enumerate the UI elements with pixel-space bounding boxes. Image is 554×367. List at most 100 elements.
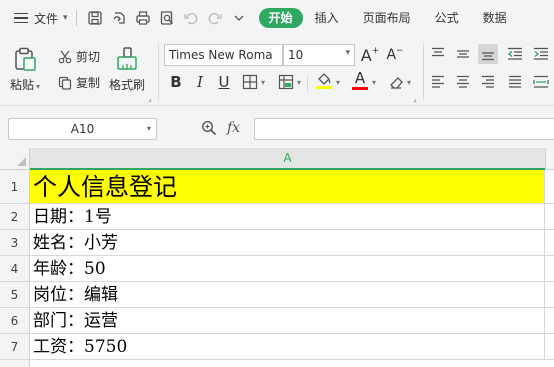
ribbon-home: 粘贴 ▾ 剪切 复制 格式刷 ⌟ Times New Roma 10 ▾ A + A… xyxy=(0,36,554,106)
redo-icon[interactable] xyxy=(203,6,227,30)
formula-bar: A10 ▾ fx xyxy=(0,106,554,148)
cell-b1[interactable] xyxy=(545,170,554,204)
cell-a2[interactable]: 日期：1号 xyxy=(30,204,545,230)
font-size-value: 10 xyxy=(288,48,304,62)
export-pdf-icon[interactable] xyxy=(107,6,131,30)
copy-icon xyxy=(58,76,72,90)
cut-label: 剪切 xyxy=(76,50,101,64)
chevron-down-icon: ▾ xyxy=(36,82,41,91)
cell-style-icon[interactable] xyxy=(276,72,296,92)
divider xyxy=(307,76,308,92)
divider xyxy=(423,44,424,100)
font-name-value: Times New Roma xyxy=(169,48,273,62)
print-icon[interactable] xyxy=(131,6,155,30)
fill-color-icon[interactable] xyxy=(314,70,334,90)
spreadsheet-grid: A 1 个人信息登记 2 日期：1号 3 姓名：小芳 4 年龄：50 5 岗位：… xyxy=(0,148,554,367)
cell-b4[interactable] xyxy=(545,256,554,282)
tab-insert[interactable]: 插入 xyxy=(303,8,351,28)
chevron-down-icon: ▾ xyxy=(146,124,151,133)
chevron-down-icon[interactable]: ▾ xyxy=(407,78,411,87)
paste-label: 粘贴 xyxy=(10,78,35,92)
divider xyxy=(158,44,159,100)
name-box-value: A10 xyxy=(70,122,95,136)
underline-icon[interactable]: U xyxy=(214,72,234,92)
chevron-down-icon: ▾ xyxy=(63,13,68,23)
align-right-icon[interactable] xyxy=(478,72,498,92)
save-icon[interactable] xyxy=(83,6,107,30)
align-middle-icon[interactable] xyxy=(453,44,473,64)
tab-data[interactable]: 数据 xyxy=(471,8,519,28)
row-header[interactable]: 6 xyxy=(0,308,30,334)
align-bottom-icon[interactable] xyxy=(478,44,498,64)
tab-page-layout[interactable]: 页面布局 xyxy=(351,8,423,28)
row-header[interactable]: 5 xyxy=(0,282,30,308)
bold-icon[interactable]: B xyxy=(166,72,186,92)
cut-button[interactable]: 剪切 xyxy=(58,48,100,65)
name-box[interactable]: A10 ▾ xyxy=(8,118,157,140)
font-launcher-icon[interactable]: ⌟ xyxy=(413,94,417,103)
row-header[interactable]: 4 xyxy=(0,256,30,282)
row-header[interactable] xyxy=(0,360,30,367)
decrease-indent-icon[interactable] xyxy=(505,44,525,64)
cell-a3[interactable]: 姓名：小芳 xyxy=(30,230,545,256)
format-painter-button[interactable]: 格式刷 xyxy=(109,46,145,93)
paste-icon xyxy=(15,47,36,71)
align-center-icon[interactable] xyxy=(453,72,473,92)
column-header-next[interactable] xyxy=(545,148,554,170)
font-size-select[interactable]: 10 ▾ xyxy=(283,44,355,66)
align-top-icon[interactable] xyxy=(428,44,448,64)
font-color-icon[interactable]: A xyxy=(350,70,370,90)
cell-a7[interactable]: 工资：5750 xyxy=(30,334,545,360)
cell-b6[interactable] xyxy=(545,308,554,334)
ribbon-tabs: 开始 插入 页面布局 公式 数据 xyxy=(258,8,519,28)
copy-button[interactable]: 复制 xyxy=(58,74,100,91)
justify-icon[interactable] xyxy=(505,72,525,92)
decrease-font-size-icon[interactable]: A − xyxy=(385,45,405,65)
cell-a5[interactable]: 岗位：编辑 xyxy=(30,282,545,308)
row-header[interactable]: 1 xyxy=(0,170,30,204)
clear-format-icon[interactable] xyxy=(386,72,406,92)
row-header[interactable]: 2 xyxy=(0,204,30,230)
chevron-down-icon[interactable]: ▾ xyxy=(336,78,340,87)
undo-icon[interactable] xyxy=(179,6,203,30)
clipboard-launcher-icon[interactable]: ⌟ xyxy=(148,94,152,103)
chevron-down-icon[interactable]: ▾ xyxy=(297,78,301,87)
cell-a4[interactable]: 年龄：50 xyxy=(30,256,545,282)
paste-button[interactable]: 粘贴 ▾ xyxy=(10,46,40,93)
cell-b3[interactable] xyxy=(545,230,554,256)
format-painter-label: 格式刷 xyxy=(109,78,146,92)
file-menu[interactable]: 文件 ▾ xyxy=(0,0,68,36)
format-painter-icon xyxy=(117,47,137,70)
scissors-icon xyxy=(58,50,72,63)
cell-b7[interactable] xyxy=(545,334,554,360)
tab-formulas[interactable]: 公式 xyxy=(423,8,471,28)
select-all-button[interactable] xyxy=(0,148,30,170)
italic-icon[interactable]: I xyxy=(190,72,210,92)
tab-home[interactable]: 开始 xyxy=(258,8,303,28)
formula-tools: fx xyxy=(201,120,240,136)
cell-b5[interactable] xyxy=(545,282,554,308)
cell-a1[interactable]: 个人信息登记 xyxy=(30,170,545,204)
customize-toolbar-icon[interactable] xyxy=(227,6,251,30)
align-left-icon[interactable] xyxy=(428,72,448,92)
cell-b2[interactable] xyxy=(545,204,554,230)
distributed-align-icon[interactable] xyxy=(531,72,551,92)
row-header[interactable]: 7 xyxy=(0,334,30,360)
copy-label: 复制 xyxy=(76,76,101,90)
print-preview-icon[interactable] xyxy=(155,6,179,30)
borders-icon[interactable] xyxy=(240,72,260,92)
increase-font-size-icon[interactable]: A + xyxy=(360,45,380,65)
row-header[interactable]: 3 xyxy=(0,230,30,256)
zoom-icon[interactable] xyxy=(201,120,217,136)
increase-indent-icon[interactable] xyxy=(531,44,551,64)
chevron-down-icon[interactable]: ▾ xyxy=(372,78,376,87)
font-name-select[interactable]: Times New Roma xyxy=(164,44,283,66)
chevron-down-icon[interactable]: ▾ xyxy=(261,78,265,87)
quick-access-toolbar xyxy=(83,0,251,36)
cell-a6[interactable]: 部门：运营 xyxy=(30,308,545,334)
menu-bar: 文件 ▾ 开始 插入 页面布局 公式 数据 xyxy=(0,0,554,36)
file-menu-label: 文件 xyxy=(34,11,59,26)
column-header-a[interactable]: A xyxy=(30,148,545,170)
formula-input[interactable] xyxy=(254,118,554,140)
insert-function-icon[interactable]: fx xyxy=(227,120,240,136)
